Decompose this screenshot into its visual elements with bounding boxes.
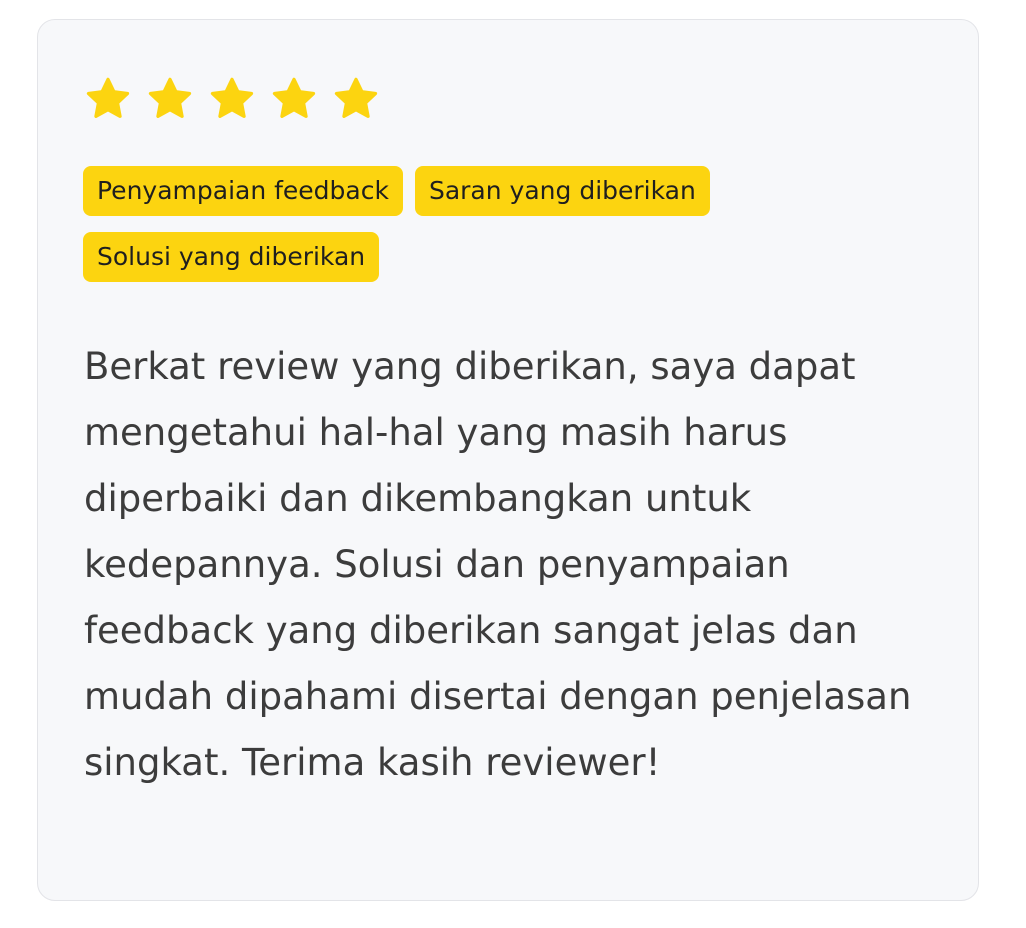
- tag-penyampaian-feedback: Penyampaian feedback: [83, 166, 403, 216]
- tag-saran-yang-diberikan: Saran yang diberikan: [414, 166, 710, 216]
- star-icon: [207, 74, 257, 124]
- star-icon: [269, 74, 319, 124]
- review-card: Penyampaian feedback Saran yang diberika…: [37, 19, 979, 901]
- star-rating: [83, 74, 381, 124]
- star-icon: [83, 74, 133, 124]
- feedback-tags: Penyampaian feedback Saran yang diberika…: [83, 166, 843, 282]
- tag-solusi-yang-diberikan: Solusi yang diberikan: [83, 232, 380, 282]
- star-icon: [331, 74, 381, 124]
- star-icon: [145, 74, 195, 124]
- review-text: Berkat review yang diberikan, saya dapat…: [84, 345, 912, 784]
